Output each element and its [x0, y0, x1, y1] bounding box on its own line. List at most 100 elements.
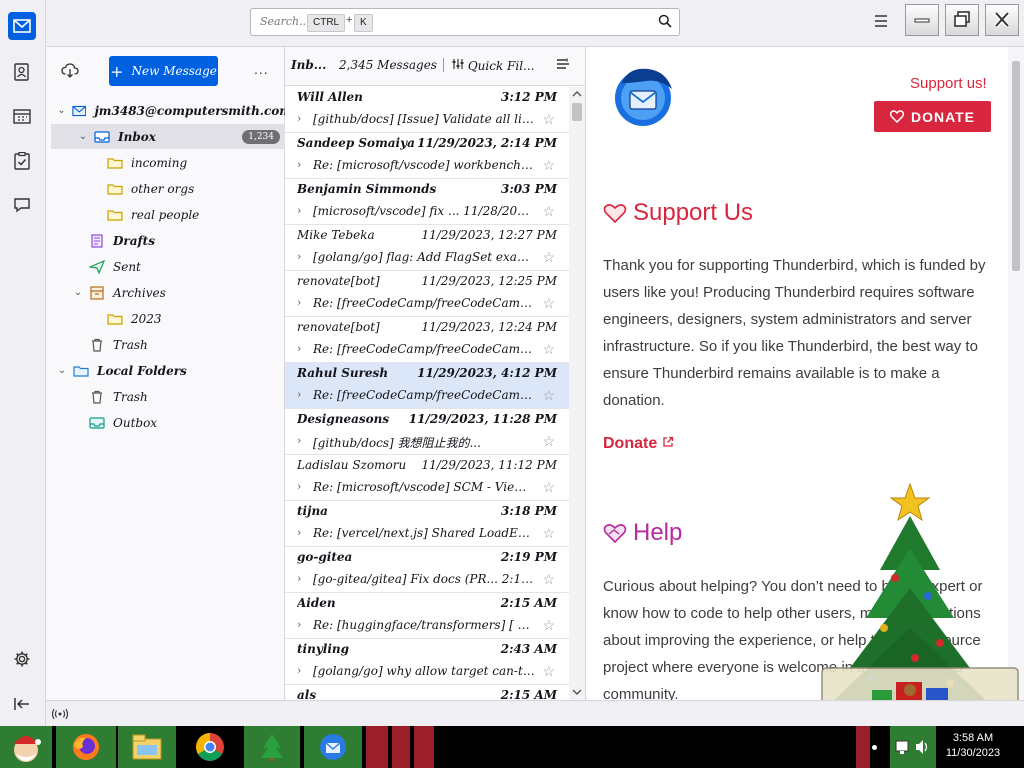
taskbar-chrome[interactable] — [180, 726, 240, 768]
taskbar-thunderbird[interactable] — [304, 726, 362, 768]
message-subject: Re: [vercel/next.js] Shared LoadError (t… — [313, 526, 535, 540]
account-row[interactable]: ⌄ jm3483@computersmith.com — [46, 98, 292, 123]
calendar-icon[interactable] — [8, 102, 36, 130]
message-row[interactable]: Aiden 2:15 AM › Re: [huggingface/transforme… — [285, 593, 569, 639]
tasks-icon[interactable] — [8, 147, 36, 175]
message-row[interactable]: tijna 3:18 PM › Re: [vercel/next.js] Shared… — [285, 501, 569, 547]
collapse-twisty-icon[interactable]: ⌄ — [72, 287, 84, 298]
thread-twisty-icon[interactable]: › — [297, 434, 301, 447]
folder-pane-menu-button[interactable]: ... — [254, 61, 269, 77]
star-icon[interactable]: ☆ — [542, 434, 555, 450]
thread-twisty-icon[interactable]: › — [297, 526, 301, 539]
close-button[interactable] — [985, 4, 1019, 36]
folder-inbox[interactable]: ⌄ Inbox 1,234 — [51, 124, 287, 149]
thread-twisty-icon[interactable]: › — [297, 204, 301, 217]
message-row[interactable]: go-gitea 2:19 PM › [go-gitea/gitea] Fix doc… — [285, 547, 569, 593]
folder-pane: + New Message ... ⌄ jm3483@computersmith… — [46, 47, 308, 700]
donate-button[interactable]: DONATE — [874, 101, 991, 132]
message-row[interactable]: Benjamin Simmonds 3:03 PM › [microsoft/vsco… — [285, 179, 569, 225]
taskbar-file-explorer[interactable] — [118, 726, 176, 768]
online-status-icon[interactable] — [52, 708, 68, 720]
collapse-twisty-icon[interactable]: ⌄ — [56, 105, 67, 116]
star-icon[interactable]: ☆ — [542, 296, 555, 312]
app-menu-icon[interactable] — [873, 14, 889, 30]
thread-twisty-icon[interactable]: › — [297, 158, 301, 171]
collapse-twisty-icon[interactable]: ⌄ — [56, 365, 68, 376]
address-book-icon[interactable] — [8, 58, 36, 86]
scroll-thumb[interactable] — [1012, 61, 1020, 271]
thread-twisty-icon[interactable]: › — [297, 388, 301, 401]
star-icon[interactable]: ☆ — [542, 618, 555, 634]
message-row[interactable]: Will Allen 3:12 PM › [github/docs] [Issue] … — [285, 87, 569, 133]
collapse-spaces-icon[interactable] — [8, 690, 36, 718]
message-row[interactable]: renovate[bot] 11/29/2023, 12:25 PM › Re: [f… — [285, 271, 569, 317]
message-row[interactable]: Sandeep Somaiya 11/29/2023, 2:14 PM › Re: [… — [285, 133, 569, 179]
collapse-twisty-icon[interactable]: ⌄ — [77, 131, 89, 142]
message-row[interactable]: renovate[bot] 11/29/2023, 12:24 PM › Re: [f… — [285, 317, 569, 363]
taskbar-item[interactable] — [414, 726, 434, 768]
global-search-input[interactable]: Search... CTRL + K — [250, 8, 680, 36]
star-icon[interactable]: ☆ — [542, 664, 555, 680]
thread-twisty-icon[interactable]: › — [297, 480, 301, 493]
thread-twisty-icon[interactable]: › — [297, 112, 301, 125]
thread-twisty-icon[interactable]: › — [297, 296, 301, 309]
folder-sent[interactable]: Sent — [46, 254, 320, 279]
support-heading: Support Us — [603, 199, 753, 227]
star-icon[interactable]: ☆ — [542, 204, 555, 220]
account-local-folders[interactable]: ⌄ Local Folders — [46, 358, 292, 383]
support-us-link[interactable]: Support us! — [910, 75, 987, 92]
system-tray[interactable] — [890, 726, 936, 768]
list-display-options-icon[interactable] — [556, 58, 570, 73]
chat-icon[interactable] — [8, 191, 36, 219]
mail-space-icon[interactable] — [8, 12, 36, 40]
support-paragraph: Thank you for supporting Thunderbird, wh… — [603, 257, 986, 409]
message-row[interactable]: Designeasons 11/29/2023, 11:28 PM › [github… — [285, 409, 569, 455]
scroll-down-icon[interactable] — [572, 688, 582, 696]
scroll-thumb[interactable] — [572, 103, 582, 121]
taskbar-firefox[interactable] — [56, 726, 116, 768]
christmas-tree-decoration — [800, 478, 1024, 722]
message-list-scrollbar[interactable] — [569, 87, 585, 700]
star-icon[interactable]: ☆ — [542, 158, 555, 174]
taskbar-item[interactable] — [392, 726, 410, 768]
quick-filter-button[interactable]: Quick Fil... — [452, 58, 534, 73]
folder-local-trash[interactable]: Trash — [46, 384, 320, 409]
folder-archives[interactable]: ⌄ Archives — [46, 280, 308, 305]
folder-outbox[interactable]: Outbox — [46, 410, 320, 435]
restore-button[interactable] — [945, 4, 979, 36]
star-icon[interactable]: ☆ — [542, 388, 555, 404]
thread-twisty-icon[interactable]: › — [297, 664, 301, 677]
star-icon[interactable]: ☆ — [542, 342, 555, 358]
message-row[interactable]: Mike Tebeka 11/29/2023, 12:27 PM › [golang/… — [285, 225, 569, 271]
star-icon[interactable]: ☆ — [542, 250, 555, 266]
star-icon[interactable]: ☆ — [542, 480, 555, 496]
donate-link[interactable]: Donate — [603, 435, 674, 453]
helping-hands-icon — [603, 524, 627, 544]
message-row[interactable]: als2:15 AM›☆ — [285, 685, 569, 700]
taskbar-tray-item[interactable] — [856, 726, 870, 768]
get-messages-icon[interactable] — [61, 63, 79, 82]
search-icon[interactable] — [658, 14, 674, 30]
new-message-button[interactable]: + New Message — [109, 56, 218, 86]
thread-twisty-icon[interactable]: › — [297, 572, 301, 585]
thread-twisty-icon[interactable]: › — [297, 342, 301, 355]
message-row[interactable]: tinyling 2:43 AM › [golang/go] why allow ta… — [285, 639, 569, 685]
message-row[interactable]: Ladislau Szomoru 11/29/2023, 11:12 PM › Re:… — [285, 455, 569, 501]
thread-twisty-icon[interactable]: › — [297, 618, 301, 631]
minimize-button[interactable] — [905, 4, 939, 36]
message-row[interactable]: Rahul Suresh 11/29/2023, 4:12 PM › Re: [fre… — [285, 363, 569, 409]
thread-twisty-icon[interactable]: › — [297, 250, 301, 263]
taskbar-item[interactable] — [366, 726, 388, 768]
folder-icon — [107, 157, 123, 169]
star-icon[interactable]: ☆ — [542, 112, 555, 128]
scroll-up-icon[interactable] — [572, 90, 582, 98]
folder-trash[interactable]: Trash — [46, 332, 320, 357]
system-clock[interactable]: 3:58 AM 11/30/2023 — [938, 731, 1008, 761]
start-button[interactable] — [0, 726, 52, 768]
star-icon[interactable]: ☆ — [542, 526, 555, 542]
star-icon[interactable]: ☆ — [542, 572, 555, 588]
taskbar-tree-app[interactable] — [244, 726, 300, 768]
message-date: 3:18 PM — [501, 504, 557, 518]
settings-gear-icon[interactable] — [8, 645, 36, 673]
folder-drafts[interactable]: Drafts — [46, 228, 320, 253]
